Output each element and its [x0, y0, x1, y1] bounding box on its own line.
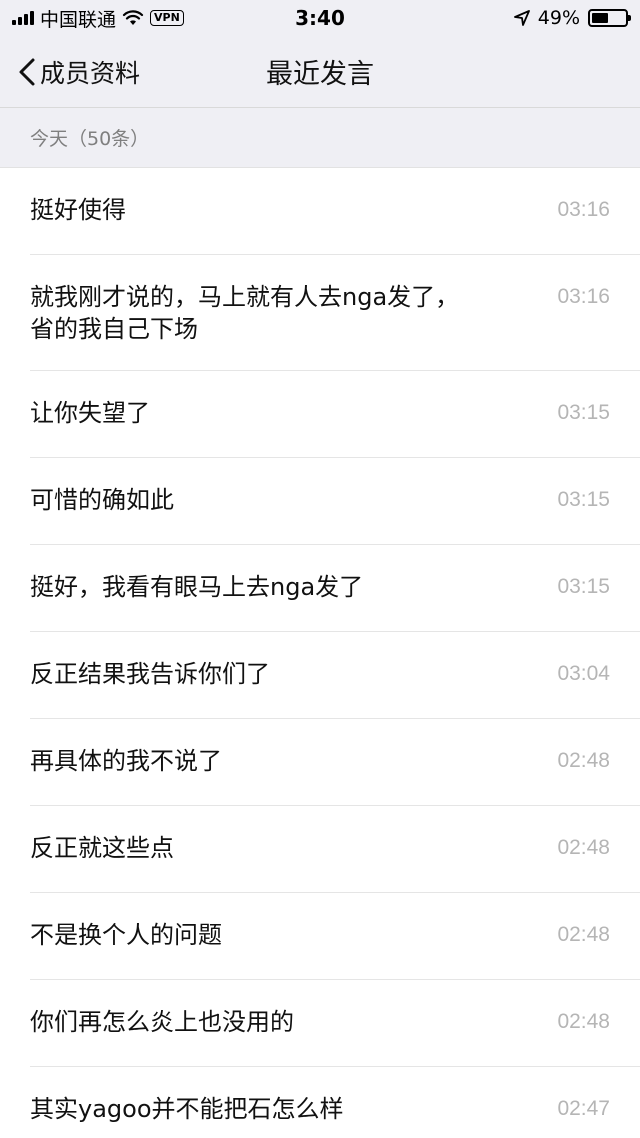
carrier-name: 中国联通 [40, 8, 117, 31]
message-text: 其实yagoo并不能把石怎么样 [30, 1095, 344, 1123]
message-item[interactable]: 反正就这些点 02:48 [0, 806, 640, 893]
message-text: 挺好使得 [30, 196, 126, 224]
wifi-icon [122, 10, 144, 25]
message-item[interactable]: 就我刚才说的，马上就有人去nga发了，省的我自己下场 03:16 [0, 255, 640, 371]
message-time: 02:48 [557, 749, 610, 772]
message-item[interactable]: 其实yagoo并不能把石怎么样 02:47 [0, 1067, 640, 1138]
battery-level [592, 13, 608, 23]
status-right: 49% [513, 7, 631, 29]
location-arrow-icon [513, 10, 530, 26]
message-item[interactable]: 挺好使得 03:16 [0, 168, 640, 255]
message-text: 你们再怎么炎上也没用的 [30, 1008, 294, 1036]
message-item[interactable]: 让你失望了 03:15 [0, 371, 640, 458]
message-time: 02:48 [557, 923, 610, 946]
message-text: 让你失望了 [30, 399, 150, 427]
status-bar: 中国联通 VPN 3:40 49% [0, 0, 640, 36]
message-time: 03:15 [557, 575, 610, 598]
message-item[interactable]: 反正结果我告诉你们了 03:04 [0, 632, 640, 719]
message-time: 03:16 [557, 198, 610, 221]
back-label: 成员资料 [40, 58, 141, 88]
message-text: 反正就这些点 [30, 834, 174, 862]
vpn-badge: VPN [150, 10, 184, 26]
message-item[interactable]: 可惜的确如此 03:15 [0, 458, 640, 545]
message-text: 可惜的确如此 [30, 486, 174, 514]
back-button[interactable]: 成员资料 [0, 54, 140, 90]
message-time: 03:15 [557, 488, 610, 511]
message-item[interactable]: 不是换个人的问题 02:48 [0, 893, 640, 980]
message-item[interactable]: 你们再怎么炎上也没用的 02:48 [0, 980, 640, 1067]
message-time: 02:47 [557, 1097, 610, 1120]
message-list: 挺好使得 03:16 就我刚才说的，马上就有人去nga发了，省的我自己下场 03:16… [0, 168, 640, 1138]
battery-percent: 49% [537, 7, 580, 29]
section-header-today: 今天（50条） [0, 108, 640, 168]
message-text: 就我刚才说的，马上就有人去nga发了，省的我自己下场 [30, 283, 460, 343]
signal-icon [12, 11, 34, 25]
message-text: 反正结果我告诉你们了 [30, 660, 270, 688]
message-text: 再具体的我不说了 [30, 747, 222, 775]
battery-icon [588, 9, 631, 27]
message-item[interactable]: 再具体的我不说了 02:48 [0, 719, 640, 806]
message-item[interactable]: 挺好，我看有眼马上去nga发了 03:15 [0, 545, 640, 632]
message-time: 03:15 [557, 401, 610, 424]
page-title: 最近发言 [266, 59, 374, 90]
status-time: 3:40 [295, 6, 345, 30]
message-time: 02:48 [557, 1010, 610, 1033]
chevron-left-icon [19, 58, 35, 85]
message-time: 03:16 [557, 285, 610, 308]
status-left: 中国联通 VPN [12, 5, 184, 32]
message-text: 挺好，我看有眼马上去nga发了 [30, 573, 364, 601]
message-time: 02:48 [557, 836, 610, 859]
nav-bar: 成员资料 最近发言 [0, 36, 640, 108]
message-time: 03:04 [557, 662, 610, 685]
message-text: 不是换个人的问题 [30, 921, 222, 949]
